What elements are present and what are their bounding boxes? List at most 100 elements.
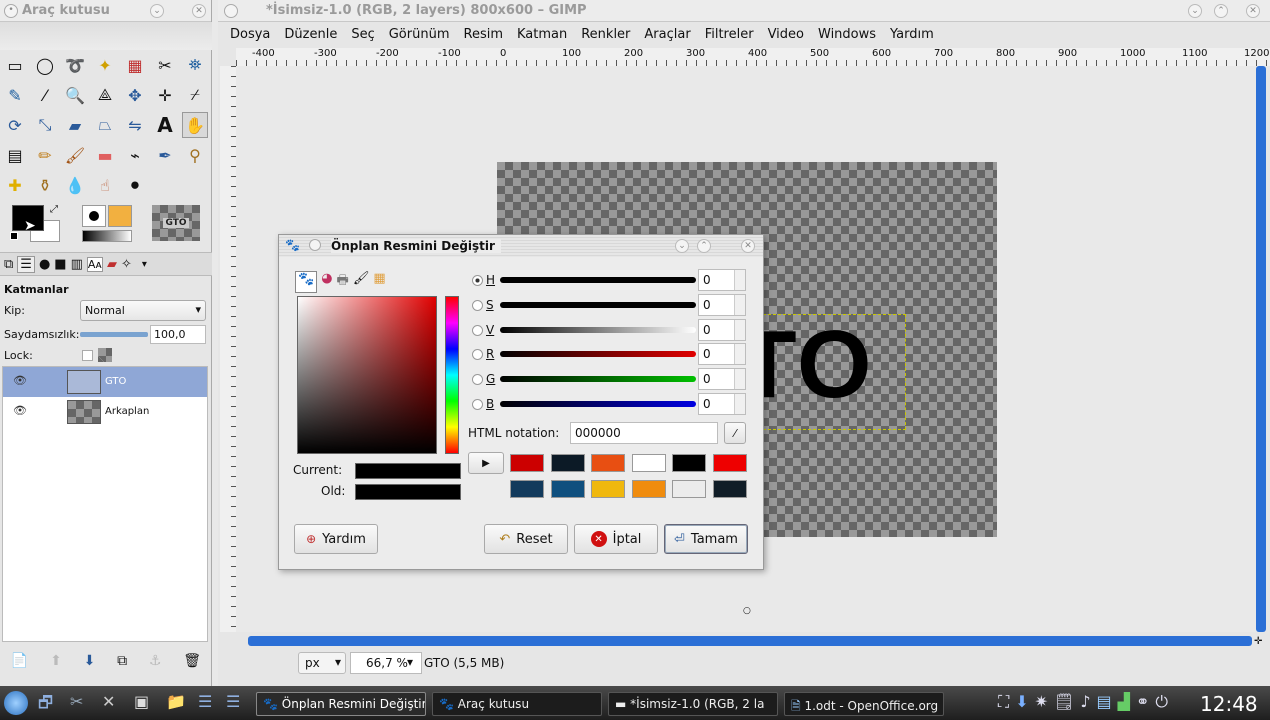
brush-indicator[interactable] (82, 205, 106, 227)
channel-radio-b[interactable] (472, 399, 483, 410)
patterns-tab-icon[interactable]: ■ (54, 257, 66, 272)
layer-row[interactable]: 👁 Arkaplan (3, 397, 207, 427)
blur-icon[interactable]: 💧 (62, 172, 88, 198)
dodge-burn-icon[interactable]: ⚫ (122, 172, 148, 198)
gradient-indicator[interactable] (82, 230, 132, 242)
crop-icon[interactable]: ⌿ (182, 82, 208, 108)
menu-gorunum[interactable]: Görünüm (389, 27, 450, 42)
airbrush-icon[interactable]: ⌁ (122, 142, 148, 168)
chevron-down-icon[interactable]: ▾ (142, 259, 147, 270)
network-icon[interactable]: ⛶ (998, 692, 1009, 712)
horizontal-scrollbar[interactable] (248, 636, 1252, 646)
delete-layer-icon[interactable]: 🗑 (183, 653, 201, 669)
toolbox-titlebar[interactable]: • Araç kutusu ⌄ ✕ (0, 0, 211, 22)
menu-araclar[interactable]: Araçlar (644, 27, 690, 42)
tool-options-tab-icon[interactable]: ⧉ (4, 257, 13, 272)
menu-resim[interactable]: Resim (464, 27, 504, 42)
blend-icon[interactable]: ▤ (2, 142, 28, 168)
chevron-down-icon[interactable]: ▾ (407, 655, 413, 669)
folder-launcher-icon[interactable]: 📁 (166, 692, 186, 711)
terminal-launcher-icon[interactable]: ▣ (134, 692, 149, 711)
kde-menu-icon[interactable] (4, 691, 28, 715)
history-swatch[interactable] (510, 454, 544, 472)
maximize-icon[interactable]: ⌃ (697, 239, 711, 253)
power-icon[interactable]: ⏻ (1155, 692, 1168, 712)
scissors-icon[interactable]: ✂ (152, 52, 178, 78)
channel-slider-r[interactable] (500, 351, 696, 358)
minimize-icon[interactable]: ⌄ (150, 4, 164, 18)
paintbrush-icon[interactable]: 🖌 (62, 142, 88, 168)
vertical-scrollbar[interactable] (1256, 66, 1266, 632)
signal-icon[interactable]: ▟ (1118, 692, 1130, 712)
history-swatch[interactable] (591, 454, 625, 472)
duplicate-layer-icon[interactable]: ⧉ (117, 653, 127, 669)
menu-renkler[interactable]: Renkler (581, 27, 630, 42)
pencil-icon[interactable]: ✏ (32, 142, 58, 168)
html-notation-input[interactable]: 000000 (570, 422, 718, 444)
music-icon[interactable]: ♪ (1080, 692, 1090, 712)
raise-layer-icon[interactable]: ⬆ (50, 653, 62, 669)
channel-slider-v[interactable] (500, 326, 696, 333)
heal-icon[interactable]: ✚ (2, 172, 28, 198)
history-add-button[interactable]: ▶ (468, 452, 504, 474)
ellipse-select-icon[interactable]: ◯ (32, 52, 58, 78)
help-button[interactable]: ⊕ Yardım (294, 524, 378, 554)
cancel-button[interactable]: ✕ İptal (574, 524, 658, 554)
document-icon[interactable]: ▤ (1097, 692, 1112, 712)
close-icon[interactable]: ✕ (192, 4, 206, 18)
scale-icon[interactable]: ⤡ (32, 112, 58, 138)
task-toolbox[interactable]: 🐾 Araç kutusu (432, 692, 602, 716)
history-swatch[interactable] (672, 480, 706, 498)
desktop2-launcher-icon[interactable]: ☰ (226, 692, 240, 711)
channel-spin-r[interactable]: 0 (698, 343, 746, 366)
menu-katman[interactable]: Katman (517, 27, 567, 42)
horizontal-ruler[interactable]: -400 -300 -200 -100 0 100 200 300 400 500 600 700 80… (236, 48, 1270, 66)
history-swatch[interactable] (591, 480, 625, 498)
eye-icon[interactable]: 👁 (13, 374, 27, 387)
menu-icon[interactable]: • (4, 4, 18, 18)
anchor-layer-icon[interactable]: ⚓ (149, 653, 162, 669)
channel-spin-h[interactable]: 0 (698, 269, 746, 291)
maximize-icon[interactable]: ⌃ (1214, 4, 1228, 18)
mode-select[interactable]: Normal ▾ (80, 300, 206, 321)
channel-radio-h[interactable] (472, 275, 483, 286)
channel-slider-s[interactable] (500, 301, 696, 308)
text-icon[interactable]: A (152, 112, 178, 138)
task-color-dialog[interactable]: 🐾 Önplan Resmini Değiştir (256, 692, 426, 716)
channel-radio-v[interactable] (472, 324, 483, 336)
menu-dosya[interactable]: Dosya (230, 27, 270, 42)
bucket-fill-icon[interactable]: ✋ (182, 112, 208, 138)
clone-icon[interactable]: ⚲ (182, 142, 208, 168)
opacity-field[interactable]: 100,0 (150, 325, 206, 344)
tools-launcher-icon[interactable]: ✂ (70, 692, 83, 711)
task-openoffice[interactable]: 🗎 1.odt - OpenOffice.org (784, 692, 944, 716)
dialog-titlebar[interactable]: 🐾 Önplan Resmini Değiştir ⌄ ⌃ ✕ (279, 235, 763, 257)
eraser-icon[interactable]: ▬ (92, 142, 118, 168)
paths-icon[interactable]: ✎ (2, 82, 28, 108)
watercolor-selector-tab-icon[interactable]: 🖌 (353, 271, 370, 293)
image-preview[interactable]: GTO (152, 205, 200, 241)
cmyk-selector-tab-icon[interactable]: 🖶 (337, 271, 349, 293)
channel-spin-v[interactable]: 0 (698, 318, 746, 341)
history-swatch[interactable] (510, 480, 544, 498)
reset-button[interactable]: ↶ Reset (484, 524, 568, 554)
hue-strip[interactable] (445, 296, 459, 454)
paths-tab-icon[interactable]: ✧ (121, 257, 132, 272)
smudge-icon[interactable]: ☝ (92, 172, 118, 198)
menu-sec[interactable]: Seç (351, 27, 374, 42)
measure-icon[interactable]: ⟁ (92, 82, 118, 108)
settings-icon[interactable]: ✷ (1035, 692, 1048, 712)
lasso-icon[interactable]: ➰ (62, 52, 88, 78)
lock-pixels-checkbox[interactable] (82, 350, 93, 361)
history-swatch[interactable] (712, 454, 747, 472)
clipboard-icon[interactable]: 🗒 (1054, 692, 1074, 712)
flip-icon[interactable]: ⇋ (122, 112, 148, 138)
zoom-icon[interactable]: 🔍 (62, 82, 88, 108)
ok-button[interactable]: ⏎ Tamam (664, 524, 748, 554)
default-colors-icon[interactable] (10, 232, 18, 240)
channel-slider-g[interactable] (500, 376, 696, 383)
menu-filtreler[interactable]: Filtreler (705, 27, 754, 42)
history-swatch[interactable] (550, 454, 585, 472)
rect-select-icon[interactable]: ▭ (2, 52, 28, 78)
menu-video[interactable]: Video (768, 27, 804, 42)
